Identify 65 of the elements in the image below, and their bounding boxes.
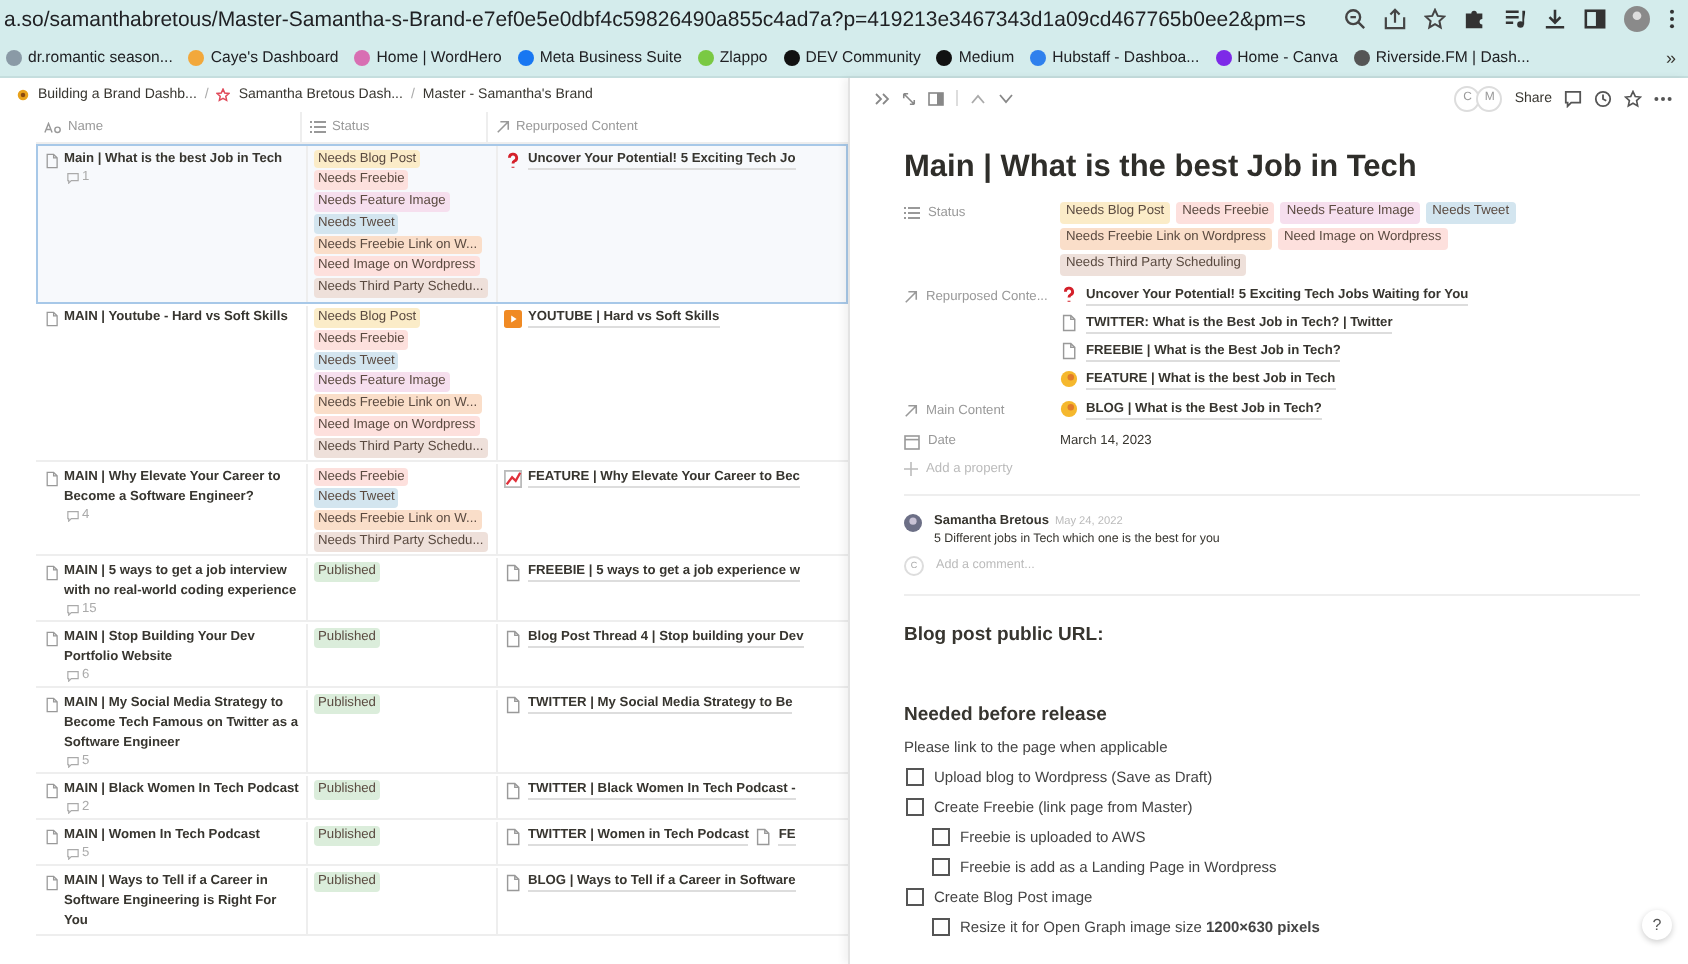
page-icon (44, 629, 60, 648)
arrow-icon (904, 403, 918, 417)
checkbox[interactable] (906, 767, 924, 785)
page-icon (1060, 314, 1078, 332)
plus-icon (904, 461, 918, 475)
table-row[interactable] (36, 303, 848, 463)
comment-icon[interactable] (1564, 89, 1582, 107)
star-icon[interactable] (1424, 8, 1446, 30)
page-icon (754, 827, 773, 846)
panel-icon[interactable] (928, 91, 944, 105)
page-icon (504, 827, 522, 846)
page-icon (504, 629, 522, 648)
emoji-icon (1060, 370, 1078, 388)
expand-icon[interactable] (902, 91, 916, 105)
page-icon (504, 695, 522, 714)
checkbox[interactable] (932, 917, 950, 935)
checkbox[interactable] (932, 857, 950, 875)
chevron-down-icon[interactable] (998, 93, 1014, 103)
playlist-icon[interactable] (1504, 8, 1526, 30)
avatar-icon[interactable] (1624, 6, 1650, 32)
emoji-icon (1060, 400, 1078, 418)
table-row[interactable] (36, 144, 848, 304)
video-icon (504, 310, 522, 329)
arrow-icon (496, 120, 510, 134)
question-icon (504, 151, 522, 169)
page-title: Main | What is the best Job in Tech (904, 150, 1419, 186)
double-chevron-icon[interactable] (874, 91, 890, 105)
checkbox[interactable] (932, 827, 950, 845)
page-icon (44, 695, 60, 714)
arrow-icon (904, 289, 918, 303)
list-icon (310, 120, 326, 134)
page-icon (504, 563, 522, 582)
help-button[interactable]: ? (1642, 910, 1672, 940)
page-icon (44, 469, 60, 488)
heading: Needed before release (904, 703, 1109, 725)
heading: Blog post public URL: (904, 623, 1106, 645)
list-icon (904, 206, 920, 220)
page-icon (44, 563, 60, 582)
page-icon (504, 781, 522, 800)
page-icon (504, 873, 522, 892)
checkbox[interactable] (906, 887, 924, 905)
more-bookmarks-button[interactable]: » (1665, 47, 1676, 67)
star-icon (216, 88, 231, 102)
avatar-icon (904, 513, 922, 531)
page-icon (44, 151, 60, 169)
more-icon[interactable] (1668, 8, 1676, 30)
checkbox[interactable] (906, 797, 924, 815)
puzzle-icon[interactable] (1464, 8, 1486, 30)
flower-icon (16, 88, 30, 102)
clock-icon[interactable] (1594, 89, 1612, 107)
calendar-icon (904, 433, 920, 449)
zoom-icon[interactable] (1344, 8, 1366, 30)
page-icon (44, 873, 60, 892)
page-icon (44, 827, 60, 846)
question-icon (1060, 286, 1078, 304)
sidebar-icon[interactable] (1584, 8, 1606, 30)
text-icon (44, 121, 62, 133)
page-icon (1060, 342, 1078, 360)
star-icon[interactable] (1624, 89, 1642, 107)
more-icon[interactable] (1654, 95, 1672, 101)
chart-icon (504, 469, 522, 488)
page-icon (44, 781, 60, 800)
page-icon (44, 310, 60, 329)
share-icon[interactable] (1384, 8, 1406, 30)
download-icon[interactable] (1544, 8, 1566, 30)
